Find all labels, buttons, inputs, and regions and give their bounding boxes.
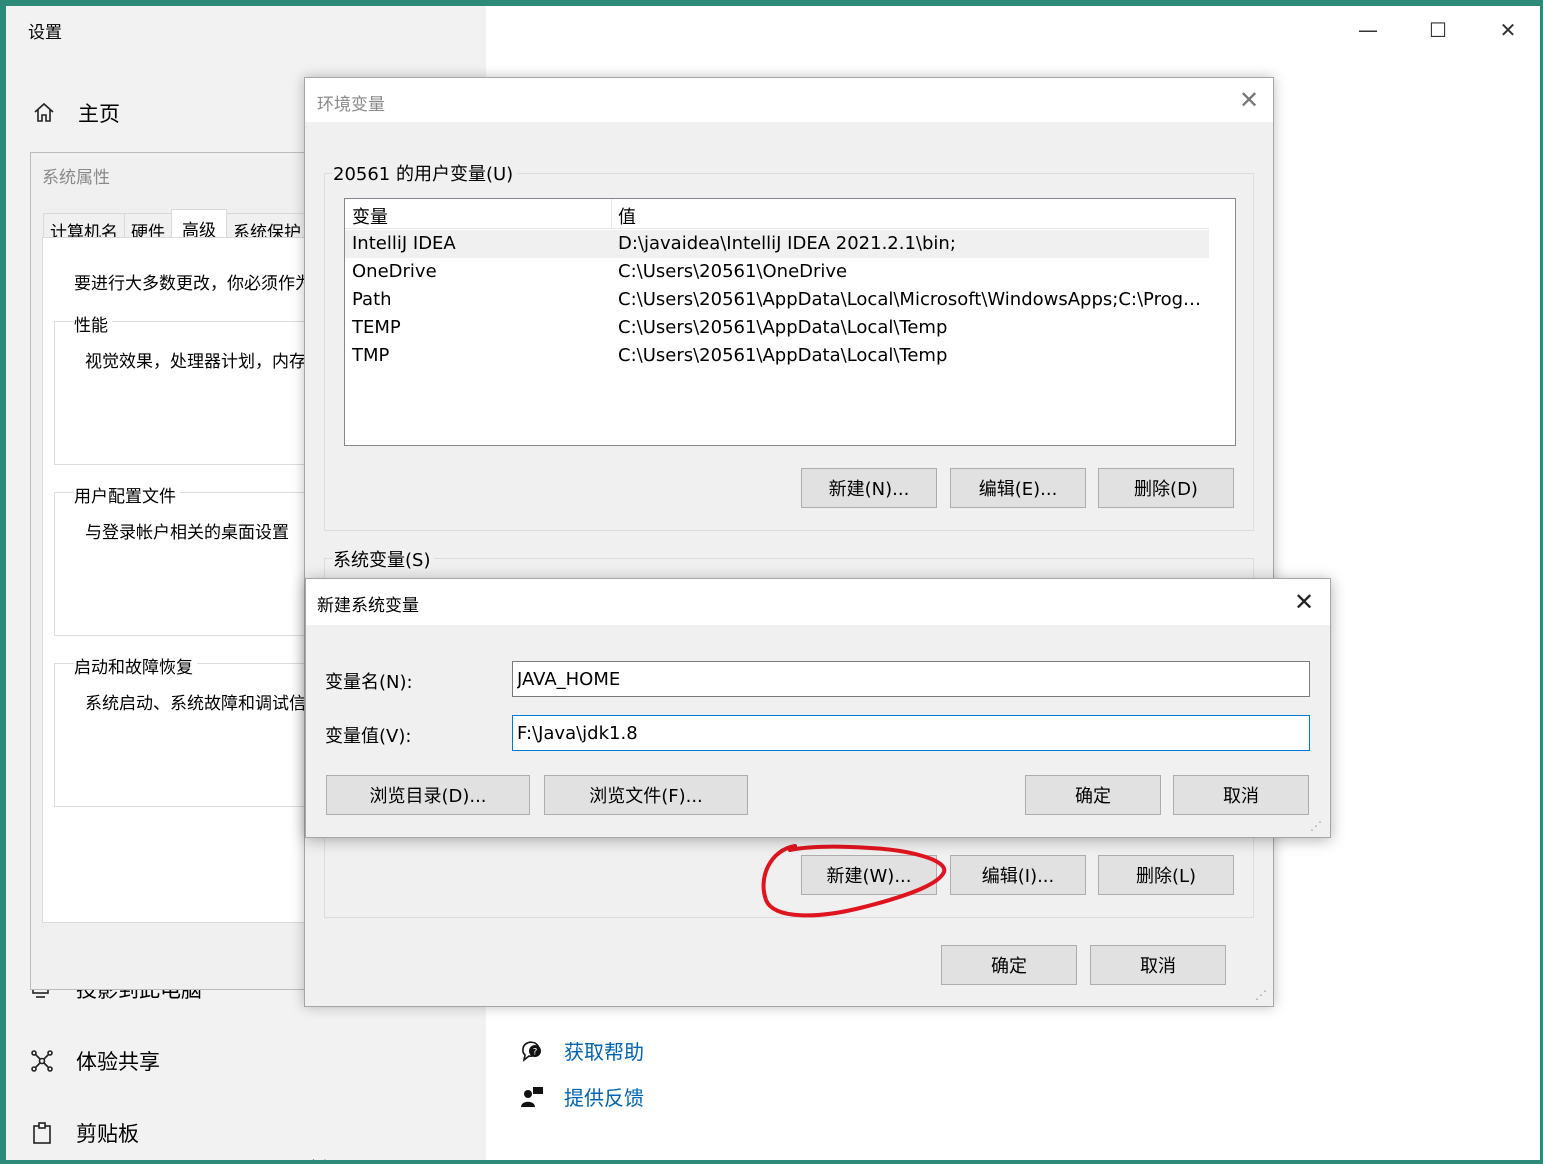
startup-recovery-group [54, 663, 314, 807]
new-var-titlebar [306, 579, 1330, 625]
browse-file-button[interactable]: 浏览文件(F)... [544, 775, 748, 815]
resize-grip-icon[interactable]: ⋰ [1310, 819, 1322, 833]
table-row[interactable]: TEMP C:\Users\20561\AppData\Local\Temp [345, 314, 1209, 342]
env-titlebar [305, 78, 1273, 122]
row-value: C:\Users\20561\AppData\Local\Temp [618, 345, 948, 366]
system-variables-legend: 系统变量(S) [333, 546, 435, 572]
clipboard-icon [33, 1122, 51, 1144]
feedback-link[interactable]: 提供反馈 [520, 1082, 644, 1111]
nav-item-clipboard-label: 剪贴板 [76, 1122, 139, 1146]
close-icon: ✕ [1499, 18, 1517, 42]
nav-item-share[interactable]: 体验共享 [30, 1046, 160, 1076]
row-name: OneDrive [352, 261, 437, 282]
nav-item-clipboard[interactable]: 剪贴板 [30, 1118, 139, 1148]
close-button[interactable]: ✕ [1480, 12, 1536, 48]
table-row[interactable]: IntelliJ IDEA D:\javaidea\IntelliJ IDEA … [345, 230, 1209, 258]
new-var-title: 新建系统变量 [317, 596, 419, 616]
minimize-icon: — [1358, 18, 1378, 42]
minimize-button[interactable]: — [1340, 12, 1396, 48]
user-edit-button[interactable]: 编辑(E)... [950, 468, 1086, 508]
system-delete-button[interactable]: 删除(L) [1098, 855, 1234, 895]
row-name: TEMP [352, 317, 401, 338]
table-row[interactable]: TMP C:\Users\20561\AppData\Local\Temp [345, 342, 1209, 370]
table-row[interactable]: Path C:\Users\20561\AppData\Local\Micros… [345, 286, 1209, 314]
row-value: D:\javaidea\IntelliJ IDEA 2021.2.1\bin; [618, 233, 956, 254]
env-cancel-button[interactable]: 取消 [1090, 945, 1226, 985]
column-header-value[interactable]: 值 [618, 203, 636, 229]
get-help-label: 获取帮助 [564, 1040, 644, 1064]
variable-value-label: 变量值(V): [325, 726, 412, 747]
table-row[interactable]: OneDrive C:\Users\20561\OneDrive [345, 258, 1209, 286]
svg-text:?: ? [533, 1047, 538, 1057]
env-ok-button[interactable]: 确定 [941, 945, 1077, 985]
row-name: IntelliJ IDEA [352, 233, 456, 254]
user-profiles-legend: 用户配置文件 [74, 482, 180, 507]
row-name: TMP [352, 345, 390, 366]
column-divider[interactable] [611, 199, 612, 229]
home-icon [34, 102, 54, 122]
list-header: 变量 值 [345, 199, 1209, 229]
performance-legend: 性能 [74, 311, 112, 336]
performance-group [54, 321, 314, 465]
admin-note: 要进行大多数更改，你必须作为管理员登录。 [74, 274, 319, 294]
nav-item-share-label: 体验共享 [76, 1050, 160, 1074]
settings-title: 设置 [28, 23, 62, 43]
share-icon [31, 1050, 53, 1072]
row-name: Path [352, 289, 392, 310]
new-var-cancel-button[interactable]: 取消 [1173, 775, 1309, 815]
close-icon: ✕ [1293, 588, 1315, 616]
user-new-button[interactable]: 新建(N)... [801, 468, 937, 508]
annotation-circle [761, 844, 947, 918]
new-var-close-button[interactable]: ✕ [1286, 585, 1322, 619]
new-system-variable-dialog: 新建系统变量 ✕ 变量名(N): 变量值(V): 浏览目录(D)... 浏览文件… [305, 578, 1331, 838]
resize-grip-icon[interactable]: ⋰ [1255, 988, 1267, 1002]
maximize-icon: ☐ [1429, 18, 1447, 42]
user-profiles-group [54, 492, 314, 636]
performance-desc: 视觉效果，处理器计划，内存使用，以及虚拟内存 [85, 352, 319, 372]
nav-item-home-label: 主页 [78, 102, 120, 126]
nav-item-partial: 本机 [306, 1156, 336, 1160]
variable-name-label: 变量名(N): [325, 672, 413, 693]
user-delete-button[interactable]: 删除(D) [1098, 468, 1234, 508]
feedback-label: 提供反馈 [564, 1086, 644, 1110]
system-properties-dialog: 系统属性 计算机名 硬件 高级 系统保护 要进行大多数更改，你必须作为管理员登录… [30, 152, 320, 990]
row-value: C:\Users\20561\AppData\Local\Microsoft\W… [618, 289, 1203, 310]
feedback-icon [521, 1086, 543, 1107]
user-variables-list[interactable]: 变量 值 IntelliJ IDEA D:\javaidea\IntelliJ … [344, 198, 1236, 446]
browse-directory-button[interactable]: 浏览目录(D)... [326, 775, 530, 815]
user-variables-legend: 20561 的用户变量(U) [333, 160, 518, 186]
system-edit-button[interactable]: 编辑(I)... [950, 855, 1086, 895]
env-close-button[interactable]: ✕ [1231, 84, 1267, 116]
new-var-ok-button[interactable]: 确定 [1025, 775, 1161, 815]
help-chat-icon: ? [522, 1040, 541, 1062]
variable-name-input[interactable] [512, 661, 1310, 697]
nav-item-home[interactable]: 主页 [32, 98, 120, 128]
column-header-name[interactable]: 变量 [352, 203, 388, 229]
get-help-link[interactable]: ? 获取帮助 [520, 1036, 644, 1065]
system-properties-title: 系统属性 [42, 168, 110, 188]
user-profiles-desc: 与登录帐户相关的桌面设置 [85, 523, 289, 543]
startup-recovery-legend: 启动和故障恢复 [74, 653, 197, 678]
maximize-button[interactable]: ☐ [1410, 12, 1466, 48]
close-icon: ✕ [1238, 86, 1260, 114]
env-title: 环境变量 [317, 95, 385, 115]
startup-recovery-desc: 系统启动、系统故障和调试信息 [85, 694, 320, 714]
row-value: C:\Users\20561\AppData\Local\Temp [618, 317, 948, 338]
row-value: C:\Users\20561\OneDrive [618, 261, 848, 282]
variable-value-input[interactable] [512, 715, 1310, 751]
